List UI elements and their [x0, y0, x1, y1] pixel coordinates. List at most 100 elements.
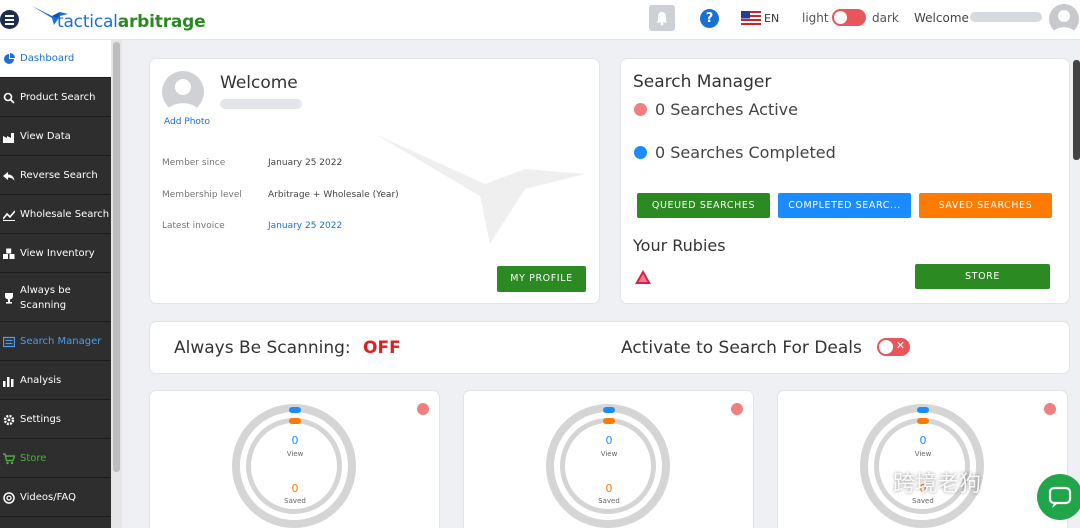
- help-icon[interactable]: ?: [700, 9, 719, 28]
- sidebar-item-label: View Data: [20, 131, 71, 142]
- life-ring-icon: [3, 491, 15, 504]
- bar-chart-icon: [3, 376, 14, 387]
- welcome-greeting: Welcome: [914, 11, 969, 25]
- your-rubies-title: Your Rubies: [633, 236, 726, 255]
- bell-icon: [656, 12, 668, 26]
- ring-marker-orange: [289, 418, 301, 424]
- sidebar-scrollbar[interactable]: [111, 40, 122, 528]
- theme-dark-label: dark: [872, 11, 899, 25]
- sidebar-item-label: Reverse Search: [20, 170, 98, 181]
- user-silhouette-icon: [167, 79, 199, 113]
- ring-marker-blue: [917, 407, 929, 413]
- ruby-icon: [635, 270, 651, 284]
- sidebar-item-videos-faq[interactable]: Videos/FAQ: [0, 479, 111, 517]
- saved-label: Saved: [598, 497, 620, 505]
- logo-tactical: tactical: [57, 12, 118, 32]
- sidebar-item-store[interactable]: Store: [0, 440, 111, 478]
- saved-label: Saved: [912, 497, 934, 505]
- active-status-dot: [634, 103, 647, 116]
- sidebar-item-label: Always be Scanning: [20, 284, 71, 311]
- saved-label: Saved: [284, 497, 306, 505]
- hamburger-icon[interactable]: [0, 10, 19, 29]
- searches-completed: 0 Searches Completed: [655, 143, 836, 162]
- sidebar-item-product-search[interactable]: Product Search: [0, 79, 111, 117]
- status-dot: [731, 403, 743, 415]
- always-be-scanning-status: OFF: [363, 338, 401, 358]
- my-profile-button[interactable]: MY PROFILE: [497, 266, 586, 292]
- user-silhouette-icon: [1053, 10, 1075, 34]
- view-label: View: [286, 450, 304, 458]
- welcome-card: Add Photo Welcome Member since January 2…: [150, 59, 599, 303]
- stats-card-3: 0 View 0 Saved: [778, 391, 1067, 528]
- ring-marker-orange: [603, 418, 615, 424]
- activate-search-label: Activate to Search For Deals: [621, 338, 862, 358]
- sidebar-item-analysis[interactable]: Analysis: [0, 362, 111, 400]
- saved-count: 0: [605, 482, 613, 495]
- blurred-user-name: [220, 99, 302, 109]
- cart-icon: [3, 452, 15, 464]
- view-count: 0: [291, 434, 299, 447]
- chat-button[interactable]: [1037, 474, 1080, 520]
- blurred-username: [970, 12, 1042, 22]
- status-dot: [1044, 403, 1056, 415]
- ring-marker-blue: [603, 407, 615, 413]
- search-icon: [3, 92, 15, 104]
- sidebar-item-wholesale-search[interactable]: Wholesale Search: [0, 196, 111, 234]
- search-manager-card: Search Manager 0 Searches Active 0 Searc…: [621, 59, 1069, 303]
- notifications-button[interactable]: [649, 5, 675, 31]
- trophy-icon: [5, 292, 13, 304]
- welcome-title: Welcome: [220, 73, 298, 93]
- queued-searches-button[interactable]: QUEUED SEARCHES: [637, 193, 770, 218]
- search-manager-title: Search Manager: [633, 72, 772, 92]
- boxes-icon: [3, 248, 15, 259]
- sidebar-item-reverse-search[interactable]: Reverse Search: [0, 157, 111, 195]
- latest-invoice-link[interactable]: January 25 2022: [268, 221, 342, 231]
- sidebar-item-label: Wholesale Search: [20, 209, 110, 220]
- sidebar-item-always-be-scanning[interactable]: Always be Scanning: [0, 274, 111, 322]
- theme-toggle[interactable]: [832, 9, 866, 26]
- sidebar-item-settings[interactable]: Settings: [0, 401, 111, 439]
- toggle-off-mark: ✕: [895, 339, 905, 352]
- factory-icon: [3, 132, 14, 143]
- activate-search-toggle[interactable]: ✕: [877, 338, 910, 356]
- view-label: View: [600, 450, 618, 458]
- saved-searches-button[interactable]: SAVED SEARCHES: [919, 193, 1052, 218]
- sidebar-item-search-manager[interactable]: Search Manager: [0, 323, 111, 361]
- language-selector[interactable]: EN: [764, 12, 779, 25]
- membership-level-label: Membership level: [162, 190, 242, 200]
- sidebar-item-view-inventory[interactable]: View Inventory: [0, 235, 111, 273]
- top-bar: tacticalarbitrage ? EN light dark Welcom…: [0, 0, 1080, 40]
- ring-marker-blue: [289, 407, 301, 413]
- sidebar-item-label: Videos/FAQ: [20, 492, 76, 503]
- sidebar-item-label: View Inventory: [20, 248, 95, 259]
- profile-avatar[interactable]: [162, 71, 204, 113]
- sidebar: Dashboard Product Search View Data Rever…: [0, 40, 111, 528]
- add-photo-link[interactable]: Add Photo: [164, 117, 210, 127]
- user-avatar[interactable]: [1049, 4, 1079, 34]
- logo[interactable]: tacticalarbitrage: [57, 12, 206, 32]
- line-chart-icon: [3, 209, 15, 221]
- sidebar-item-label: Product Search: [20, 92, 96, 103]
- sidebar-scrollbar-thumb[interactable]: [113, 42, 120, 472]
- view-count: 0: [919, 434, 927, 447]
- stats-card-1: 0 View 0 Saved: [150, 391, 439, 528]
- completed-status-dot: [634, 146, 647, 159]
- page-scrollbar[interactable]: [1073, 60, 1080, 160]
- status-dot: [417, 403, 429, 415]
- membership-level-value: Arbitrage + Wholesale (Year): [268, 190, 399, 200]
- member-since-value: January 25 2022: [268, 158, 343, 168]
- store-button[interactable]: STORE: [915, 264, 1050, 289]
- search-manager-icon: [3, 336, 15, 347]
- hummingbird-watermark-icon: [375, 134, 585, 244]
- stats-card-2: 0 View 0 Saved: [464, 391, 753, 528]
- completed-searches-button[interactable]: COMPLETED SEARC...: [778, 193, 911, 218]
- us-flag-icon[interactable]: [741, 11, 761, 25]
- view-label: View: [914, 450, 932, 458]
- latest-invoice-label: Latest invoice: [162, 221, 225, 231]
- sidebar-item-label: Search Manager: [20, 336, 102, 347]
- logo-arbitrage: arbitrage: [117, 12, 206, 32]
- sidebar-item-view-data[interactable]: View Data: [0, 118, 111, 156]
- sidebar-item-dashboard[interactable]: Dashboard: [0, 40, 111, 78]
- always-be-scanning-label: Always Be Scanning:: [174, 338, 351, 358]
- searches-active: 0 Searches Active: [655, 100, 798, 119]
